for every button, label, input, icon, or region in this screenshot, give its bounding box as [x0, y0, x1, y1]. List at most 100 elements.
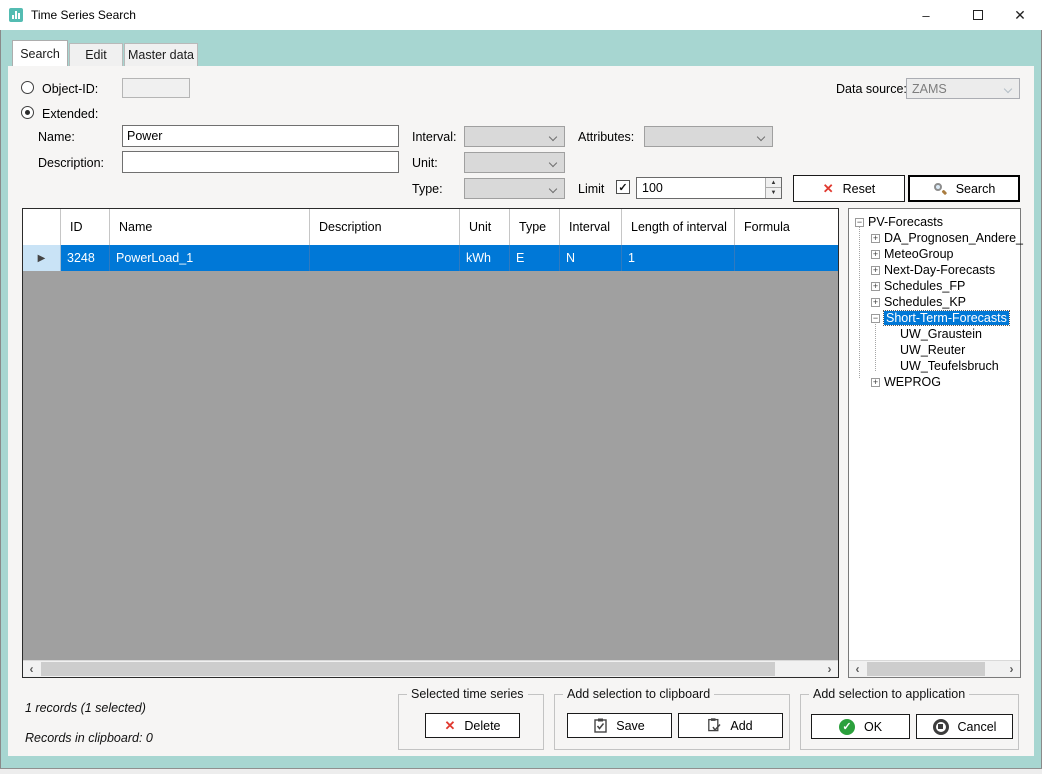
object-id-radio[interactable] — [21, 81, 34, 94]
group-title: Add selection to application — [809, 687, 969, 701]
unit-label: Unit: — [412, 156, 438, 170]
data-source-select: ZAMS — [906, 78, 1020, 99]
up-arrow-icon: ▲ — [771, 180, 777, 186]
table-row[interactable]: ▶ 3248 PowerLoad_1 kWh E N 1 — [23, 245, 838, 271]
cell-unit[interactable]: kWh — [460, 245, 510, 271]
collapse-icon[interactable]: − — [871, 314, 880, 323]
extended-radio[interactable] — [21, 106, 34, 119]
table-horizontal-scrollbar[interactable]: ‹ › — [23, 660, 838, 677]
chevron-down-icon — [549, 133, 557, 141]
expand-icon[interactable]: + — [871, 378, 880, 387]
group-title: Add selection to clipboard — [563, 687, 714, 701]
type-select[interactable] — [464, 178, 565, 199]
spinner-up-button[interactable]: ▲ — [765, 178, 781, 188]
ok-check-icon: ✓ — [839, 719, 855, 735]
tree-item-next-day-forecasts[interactable]: + Next-Day-Forecasts — [849, 262, 1020, 278]
add-to-clipboard-group: Add selection to clipboard Save Add — [554, 694, 790, 750]
scroll-right-icon[interactable]: › — [1003, 661, 1020, 677]
tree-item-weprog[interactable]: + WEPROG — [849, 374, 1020, 390]
cell-length-of-interval[interactable]: 1 — [622, 245, 735, 271]
chevron-down-icon — [1004, 85, 1012, 93]
unit-select[interactable] — [464, 152, 565, 173]
tree-item-uw-teufelsbruch[interactable]: UW_Teufelsbruch — [849, 358, 1020, 374]
expand-icon[interactable]: + — [871, 266, 880, 275]
minimize-button[interactable]: – — [906, 0, 946, 30]
add-to-application-group: Add selection to application ✓ OK Cancel — [800, 694, 1019, 750]
scrollbar-thumb[interactable] — [41, 662, 775, 676]
object-id-input — [122, 78, 190, 98]
expand-icon[interactable]: + — [871, 234, 880, 243]
cancel-button[interactable]: Cancel — [916, 714, 1013, 739]
cell-name[interactable]: PowerLoad_1 — [110, 245, 310, 271]
tab-edit[interactable]: Edit — [69, 43, 123, 66]
cell-formula[interactable] — [735, 245, 838, 271]
results-table: ID Name Description Unit Type Interval L… — [22, 208, 839, 678]
cell-description[interactable] — [310, 245, 460, 271]
scroll-right-icon[interactable]: › — [821, 661, 838, 677]
limit-checkbox[interactable]: ✓ — [616, 180, 630, 194]
window-title: Time Series Search — [31, 8, 136, 22]
reset-button[interactable]: ✕ Reset — [793, 175, 905, 202]
add-button[interactable]: Add — [678, 713, 783, 738]
chevron-down-icon — [549, 159, 557, 167]
tree-item-pv-forecasts[interactable]: − PV-Forecasts — [849, 214, 1020, 230]
tree-item-schedules-kp[interactable]: + Schedules_KP — [849, 294, 1020, 310]
save-button[interactable]: Save — [567, 713, 672, 738]
check-icon: ✓ — [618, 181, 627, 194]
tree-item-schedules-fp[interactable]: + Schedules_FP — [849, 278, 1020, 294]
red-x-icon: ✕ — [444, 718, 455, 734]
spinner-down-button[interactable]: ▼ — [765, 188, 781, 198]
time-series-search-window: Time Series Search – ✕ Edit Master data … — [0, 0, 1042, 774]
titlebar: Time Series Search – ✕ — [0, 0, 1042, 30]
interval-select[interactable] — [464, 126, 565, 147]
radio-dot-icon — [25, 110, 30, 115]
tree-horizontal-scrollbar[interactable]: ‹ › — [849, 660, 1020, 677]
col-header-type[interactable]: Type — [510, 209, 560, 245]
col-header-name[interactable]: Name — [110, 209, 310, 245]
delete-button[interactable]: ✕ Delete — [425, 713, 520, 738]
scroll-left-icon[interactable]: ‹ — [849, 661, 866, 677]
tree-item-uw-graustein[interactable]: UW_Graustein — [849, 326, 1020, 342]
close-button[interactable]: ✕ — [1000, 0, 1040, 30]
ok-button[interactable]: ✓ OK — [811, 714, 910, 739]
col-header-id[interactable]: ID — [61, 209, 110, 245]
collapse-icon[interactable]: − — [855, 218, 864, 227]
cell-id[interactable]: 3248 — [61, 245, 110, 271]
red-x-icon: ✕ — [823, 181, 834, 197]
cell-type[interactable]: E — [510, 245, 560, 271]
maximize-button[interactable] — [958, 0, 998, 30]
tab-master-data[interactable]: Master data — [124, 43, 198, 66]
col-header-unit[interactable]: Unit — [460, 209, 510, 245]
description-input[interactable] — [122, 151, 399, 173]
search-button[interactable]: Search — [908, 175, 1020, 202]
clipboard-status: Records in clipboard: 0 — [25, 731, 153, 745]
tree-item-da-prognosen[interactable]: + DA_Prognosen_Andere_ — [849, 230, 1020, 246]
cell-interval[interactable]: N — [560, 245, 622, 271]
row-pointer-icon: ▶ — [38, 253, 46, 264]
expand-icon[interactable]: + — [871, 250, 880, 259]
attributes-select[interactable] — [644, 126, 773, 147]
row-selector-header — [23, 209, 61, 245]
background-window-strip — [0, 768, 1042, 774]
row-selector-cell[interactable]: ▶ — [23, 245, 61, 271]
limit-spinner[interactable]: 100 ▲ ▼ — [636, 177, 782, 199]
scrollbar-thumb[interactable] — [867, 662, 985, 676]
tree-item-uw-reuter[interactable]: UW_Reuter — [849, 342, 1020, 358]
expand-icon[interactable]: + — [871, 282, 880, 291]
app-icon — [9, 8, 23, 22]
tab-search[interactable]: Search — [12, 40, 68, 66]
cancel-stop-icon — [933, 719, 949, 735]
table-header-row: ID Name Description Unit Type Interval L… — [23, 209, 838, 245]
object-id-label: Object-ID: — [42, 82, 98, 96]
col-header-description[interactable]: Description — [310, 209, 460, 245]
col-header-length-of-interval[interactable]: Length of interval — [622, 209, 735, 245]
category-tree: − PV-Forecasts + DA_Prognosen_Andere_ + … — [848, 208, 1021, 678]
attributes-label: Attributes: — [578, 130, 634, 144]
expand-icon[interactable]: + — [871, 298, 880, 307]
col-header-interval[interactable]: Interval — [560, 209, 622, 245]
col-header-formula[interactable]: Formula — [735, 209, 838, 245]
name-input[interactable] — [122, 125, 399, 147]
tree-item-meteogroup[interactable]: + MeteoGroup — [849, 246, 1020, 262]
scroll-left-icon[interactable]: ‹ — [23, 661, 40, 677]
tree-item-short-term-forecasts[interactable]: − Short-Term-Forecasts — [849, 310, 1020, 326]
